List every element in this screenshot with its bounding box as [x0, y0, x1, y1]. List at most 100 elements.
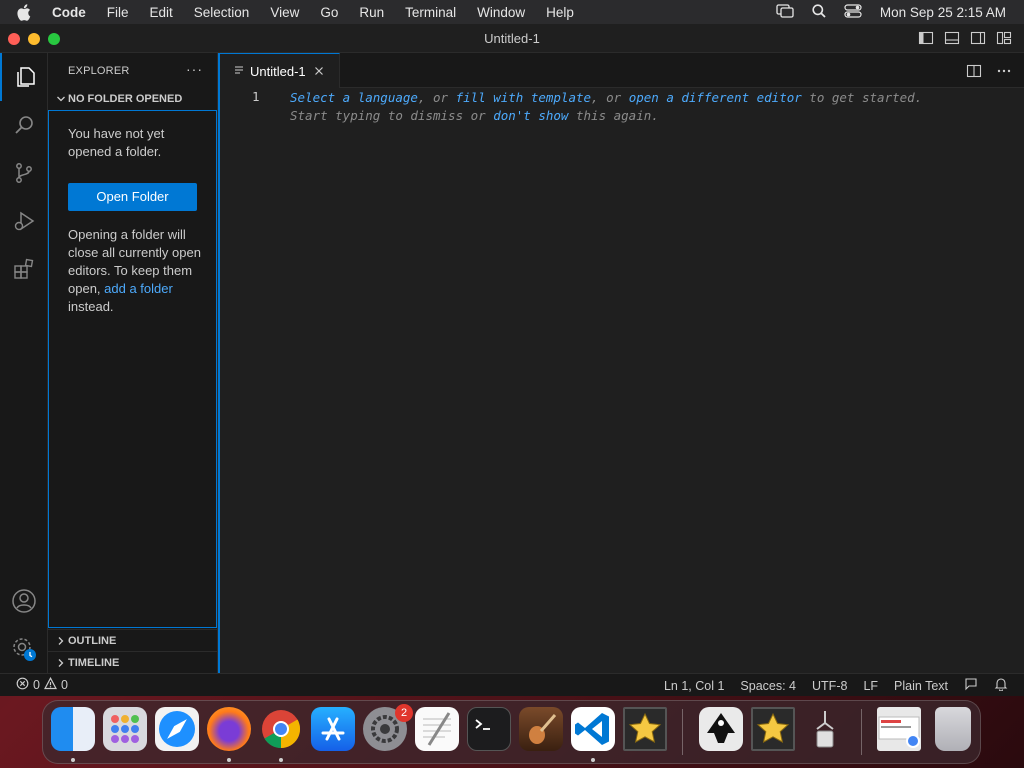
hint-text: Start typing to dismiss or: [290, 108, 494, 123]
line-number: 1: [252, 89, 260, 104]
chrome-icon[interactable]: [259, 707, 303, 751]
encoding[interactable]: UTF-8: [812, 679, 847, 693]
error-count: 0: [33, 678, 40, 692]
notifications-bell-icon[interactable]: [994, 677, 1008, 694]
warning-count: 0: [60, 678, 68, 692]
apple-icon[interactable]: [16, 3, 38, 21]
menu-selection[interactable]: Selection: [194, 5, 250, 20]
toggle-primary-sidebar-icon[interactable]: [918, 30, 934, 46]
inkscape-icon[interactable]: [699, 707, 743, 751]
terminal-icon[interactable]: [467, 707, 511, 751]
customize-layout-icon[interactable]: [996, 30, 1012, 46]
menu-window[interactable]: Window: [477, 5, 525, 20]
vscode-icon[interactable]: [571, 707, 615, 751]
feedback-icon[interactable]: [964, 677, 978, 694]
file-lines-icon: [234, 65, 244, 78]
firefox-icon[interactable]: [207, 707, 251, 751]
launchpad-icon[interactable]: [103, 707, 147, 751]
macos-dock: 2: [42, 700, 981, 764]
manage-gear-icon[interactable]: [0, 625, 48, 673]
safari-icon[interactable]: [155, 707, 199, 751]
cursor-position[interactable]: Ln 1, Col 1: [664, 679, 724, 693]
chevron-right-icon: [54, 658, 68, 668]
movie-star-app-icon-2[interactable]: [751, 707, 795, 751]
hint-line-2: Start typing to dismiss or don't show th…: [290, 107, 922, 125]
toggle-panel-icon[interactable]: [944, 30, 960, 46]
search-icon[interactable]: [0, 101, 48, 149]
no-folder-section-header[interactable]: NO FOLDER OPENED: [48, 88, 217, 110]
dock-separator: [682, 709, 683, 755]
status-bar-right: Ln 1, Col 1 Spaces: 4 UTF-8 LF Plain Tex…: [664, 677, 1008, 694]
editor-hint: Select a language, or fill with template…: [290, 89, 922, 125]
tab-untitled-1[interactable]: Untitled-1: [220, 53, 340, 88]
hint-sep: , or: [591, 90, 629, 105]
warning-icon: [43, 676, 57, 693]
running-indicator: [71, 758, 75, 762]
spotlight-search-icon[interactable]: [812, 3, 826, 21]
problems-indicator[interactable]: 0 0: [16, 676, 68, 693]
split-editor-icon[interactable]: [966, 63, 982, 84]
trash-icon[interactable]: [935, 707, 971, 751]
dont-show-link[interactable]: don't show: [493, 108, 568, 123]
source-control-icon[interactable]: [0, 149, 48, 197]
app-store-icon[interactable]: [311, 707, 355, 751]
system-settings-icon[interactable]: 2: [363, 704, 413, 751]
error-icon: [16, 677, 29, 693]
menubar-clock[interactable]: Mon Sep 25 2:15 AM: [880, 5, 1006, 20]
title-bar: Untitled-1: [0, 24, 1024, 53]
menu-run[interactable]: Run: [359, 5, 384, 20]
control-center-icon[interactable]: [844, 3, 862, 21]
accounts-icon[interactable]: [0, 577, 48, 625]
chrome-window-thumbnail[interactable]: [877, 707, 921, 751]
hint-tail: this again.: [568, 108, 659, 123]
menu-code[interactable]: Code: [52, 5, 86, 20]
movie-star-app-icon[interactable]: [623, 707, 667, 751]
no-folder-title: NO FOLDER OPENED: [68, 93, 183, 105]
explorer-sidebar: EXPLORER ··· NO FOLDER OPENED You have n…: [48, 53, 218, 673]
running-indicator: [227, 758, 231, 762]
menu-help[interactable]: Help: [546, 5, 574, 20]
extensions-icon[interactable]: [0, 245, 48, 293]
select-language-link[interactable]: Select a language: [290, 90, 418, 105]
close-tab-icon[interactable]: [314, 63, 324, 79]
running-indicator: [279, 758, 283, 762]
open-different-editor-link[interactable]: open a different editor: [629, 90, 802, 105]
editor-area: Untitled-1 1 Select a language, or fill …: [218, 53, 1024, 673]
garageband-icon[interactable]: [519, 707, 563, 751]
activity-bar: [0, 53, 48, 673]
finder-icon[interactable]: [51, 707, 95, 751]
end-of-line[interactable]: LF: [863, 679, 878, 693]
hint-sep: , or: [417, 90, 456, 105]
hint-tail: to get started.: [801, 90, 923, 105]
more-actions-icon[interactable]: ···: [186, 61, 203, 77]
settings-badge: 2: [395, 704, 413, 722]
no-folder-welcome: You have not yet opened a folder. Open F…: [48, 110, 217, 628]
run-and-debug-icon[interactable]: [0, 197, 48, 245]
menu-go[interactable]: Go: [320, 5, 338, 20]
menu-file[interactable]: File: [107, 5, 129, 20]
menu-view[interactable]: View: [270, 5, 299, 20]
screen-mirroring-icon[interactable]: [776, 3, 794, 21]
more-editor-actions-icon[interactable]: [996, 63, 1012, 84]
toggle-secondary-sidebar-icon[interactable]: [970, 30, 986, 46]
add-folder-link[interactable]: add a folder: [104, 281, 173, 296]
fill-template-link[interactable]: fill with template: [456, 90, 591, 105]
chevron-down-icon: [54, 94, 68, 104]
language-mode[interactable]: Plain Text: [894, 679, 948, 693]
menu-edit[interactable]: Edit: [150, 5, 173, 20]
outline-section-header[interactable]: OUTLINE: [48, 629, 217, 651]
outline-title: OUTLINE: [68, 634, 117, 647]
explorer-icon[interactable]: [0, 53, 48, 101]
timeline-title: TIMELINE: [68, 656, 120, 669]
claw-machine-icon[interactable]: [803, 707, 847, 751]
window-title: Untitled-1: [484, 31, 540, 46]
indentation[interactable]: Spaces: 4: [740, 679, 796, 693]
chevron-right-icon: [54, 636, 68, 646]
textedit-icon[interactable]: [415, 707, 459, 751]
running-indicator: [591, 758, 595, 762]
editor-actions: [966, 63, 1012, 84]
macos-menubar: Code File Edit Selection View Go Run Ter…: [0, 0, 1024, 24]
open-folder-button[interactable]: Open Folder: [68, 183, 197, 211]
timeline-section-header[interactable]: TIMELINE: [48, 651, 217, 673]
menu-terminal[interactable]: Terminal: [405, 5, 456, 20]
